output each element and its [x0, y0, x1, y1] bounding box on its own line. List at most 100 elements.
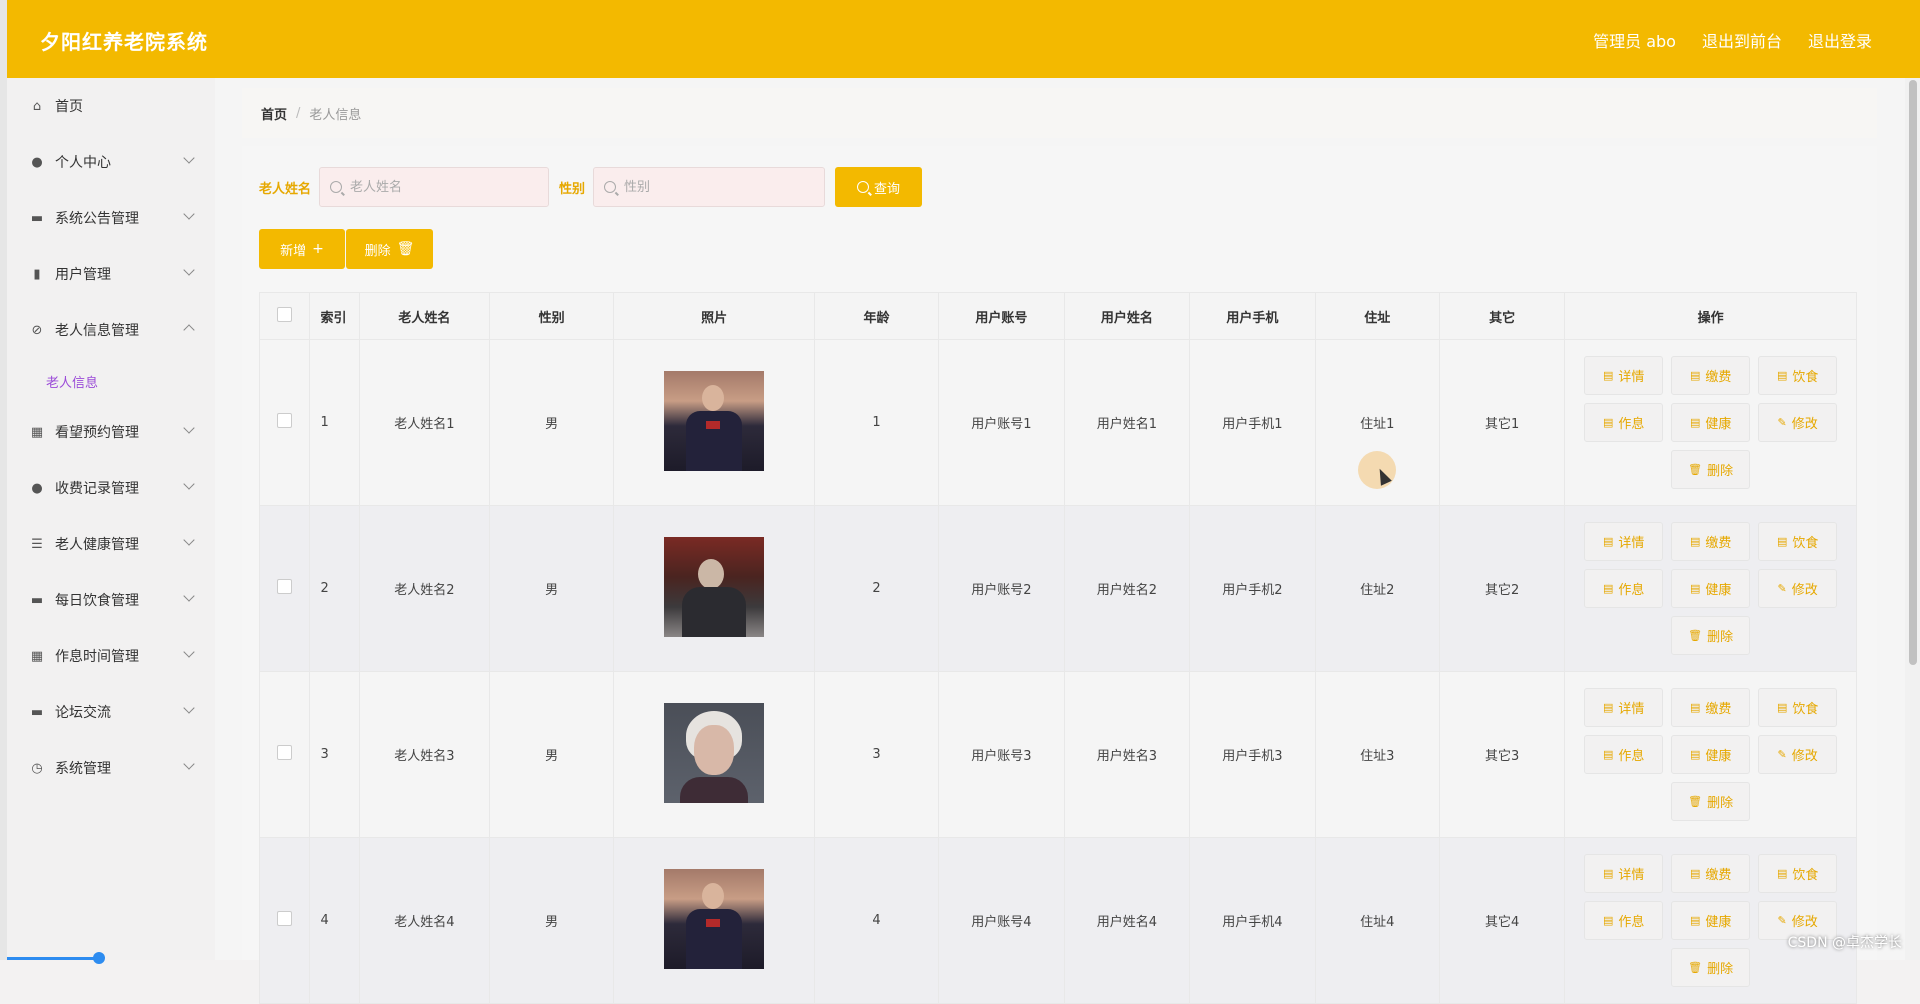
cell-gender: 男 — [489, 837, 615, 1004]
page-scrollbar[interactable] — [1905, 78, 1920, 960]
sidebar-item-2[interactable]: ▬ 系统公告管理 — [7, 190, 215, 246]
app-title: 夕阳红养老院系统 — [40, 30, 208, 54]
cell-photo — [613, 837, 815, 1004]
detail-button[interactable]: ▤ 详情 — [1584, 688, 1664, 727]
list-icon: ☰ — [31, 536, 43, 552]
diet-button[interactable]: ▤ 饮食 — [1758, 356, 1838, 395]
user-icon: ● — [31, 154, 43, 170]
query-button[interactable]: 查询 — [835, 167, 923, 207]
cell-index: 4 — [309, 837, 360, 1004]
sidebar-item-10[interactable]: ▬ 论坛交流 — [7, 684, 215, 740]
sidebar-item-6[interactable]: ● 收费记录管理 — [7, 460, 215, 516]
health-label: 健康 — [1705, 583, 1732, 598]
row-checkbox[interactable] — [277, 745, 293, 760]
cell-username: 用户姓名2 — [1063, 505, 1191, 672]
name-search-field — [319, 167, 550, 207]
back-to-front-link[interactable]: 退出到前台 — [1702, 28, 1782, 52]
health-label: 健康 — [1705, 417, 1732, 432]
sidebar-item-11[interactable]: ◷ 系统管理 — [7, 740, 215, 796]
diet-button[interactable]: ▤ 饮食 — [1758, 854, 1838, 893]
table-row: 2 老人姓名2 男 2 用户账号2 用户姓名2 用户手机2 住址2 其它2 ▤ 详情 ▤ 缴费 ▤ 饮食 ▤ 作… — [258, 505, 1857, 672]
cell-phone: 用户手机3 — [1189, 671, 1316, 838]
schedule-button[interactable]: ▤ 作息 — [1584, 569, 1664, 608]
pay-button[interactable]: ▤ 缴费 — [1671, 522, 1751, 561]
detail-button[interactable]: ▤ 详情 — [1584, 356, 1664, 395]
sidebar-item-9[interactable]: ▦ 作息时间管理 — [7, 628, 215, 684]
sidebar-item-8[interactable]: ▬ 每日饮食管理 — [7, 572, 215, 628]
schedule-button[interactable]: ▤ 作息 — [1584, 403, 1664, 442]
sidebar-item-3[interactable]: ▮ 用户管理 — [7, 246, 215, 302]
sidebar-item-label: 首页 — [55, 99, 83, 115]
sidebar-item-label: 个人中心 — [55, 155, 111, 171]
cell-other: 其它3 — [1438, 671, 1566, 838]
sidebar-item-7[interactable]: ☰ 老人健康管理 — [7, 516, 215, 572]
diet-button[interactable]: ▤ 饮食 — [1758, 688, 1838, 727]
detail-button[interactable]: ▤ 详情 — [1584, 854, 1664, 893]
pay-label: 缴费 — [1705, 702, 1732, 717]
schedule-button[interactable]: ▤ 作息 — [1584, 735, 1664, 774]
trash-icon: 🗑 — [1688, 463, 1703, 476]
delete-button[interactable]: 🗑 删除 — [1671, 782, 1751, 821]
breadcrumb-home[interactable]: 首页 — [261, 104, 287, 123]
detail-label: 详情 — [1618, 536, 1645, 551]
pay-button[interactable]: ▤ 缴费 — [1671, 854, 1751, 893]
sidebar-item-5[interactable]: ▦ 看望预约管理 — [7, 404, 215, 460]
health-button[interactable]: ▤ 健康 — [1671, 735, 1751, 774]
admin-user[interactable]: 管理员 abo — [1593, 28, 1676, 52]
health-button[interactable]: ▤ 健康 — [1671, 901, 1751, 940]
elder-photo[interactable] — [664, 868, 765, 969]
document-icon: ▤ — [1602, 914, 1614, 927]
gender-search-input[interactable] — [622, 178, 807, 196]
header-actions: 管理员 abo 退出到前台 退出登录 — [1593, 28, 1872, 52]
detail-label: 详情 — [1618, 868, 1645, 883]
select-all-checkbox[interactable] — [277, 306, 293, 322]
health-button[interactable]: ▤ 健康 — [1671, 403, 1751, 442]
cell-name: 老人姓名1 — [358, 339, 491, 506]
schedule-button[interactable]: ▤ 作息 — [1584, 901, 1664, 940]
sidebar-item-1[interactable]: ● 个人中心 — [7, 134, 215, 190]
elder-photo[interactable] — [664, 702, 765, 803]
col-header-photo: 照片 — [613, 292, 815, 340]
chevron-down-icon — [183, 422, 195, 434]
document-icon: ▤ — [1689, 416, 1701, 429]
cell-username: 用户姓名1 — [1063, 339, 1191, 506]
edit-button[interactable]: ✎ 修改 — [1758, 403, 1838, 442]
pay-button[interactable]: ▤ 缴费 — [1671, 356, 1751, 395]
elder-photo[interactable] — [664, 536, 765, 637]
detail-button[interactable]: ▤ 详情 — [1584, 522, 1664, 561]
users-icon: ▮ — [33, 266, 41, 282]
cell-address: 住址2 — [1314, 505, 1440, 672]
edit-button[interactable]: ✎ 修改 — [1758, 569, 1838, 608]
logout-link[interactable]: 退出登录 — [1808, 28, 1872, 52]
elder-photo[interactable] — [664, 370, 765, 471]
row-checkbox[interactable] — [277, 911, 293, 926]
health-button[interactable]: ▤ 健康 — [1671, 569, 1751, 608]
cell-other: 其它4 — [1438, 837, 1566, 1004]
progress-knob[interactable] — [93, 952, 105, 964]
delete-button[interactable]: 🗑 删除 — [1671, 948, 1751, 987]
cell-gender: 男 — [489, 339, 615, 506]
sidebar-item-0[interactable]: ⌂ 首页 — [7, 78, 215, 134]
cell-index: 1 — [309, 339, 360, 506]
diet-button[interactable]: ▤ 饮食 — [1758, 522, 1838, 561]
pay-button[interactable]: ▤ 缴费 — [1671, 688, 1751, 727]
row-checkbox[interactable] — [277, 579, 293, 594]
edit-button[interactable]: ✎ 修改 — [1758, 735, 1838, 774]
batch-delete-button[interactable]: 删除 🗑 — [346, 229, 433, 269]
edit-icon: ✎ — [1777, 748, 1787, 761]
name-search-input[interactable] — [348, 178, 533, 196]
cell-phone: 用户手机2 — [1189, 505, 1316, 672]
submenu-item-elder-info[interactable]: 老人信息 — [7, 358, 215, 404]
table-row: 4 老人姓名4 男 4 用户账号4 用户姓名4 用户手机4 住址4 其它4 ▤ 详情 ▤ 缴费 ▤ 饮食 ▤ 作… — [258, 837, 1857, 1004]
scrollbar-thumb[interactable] — [1909, 80, 1917, 665]
row-checkbox[interactable] — [277, 413, 293, 428]
delete-button[interactable]: 🗑 删除 — [1671, 616, 1751, 655]
cell-age: 3 — [813, 671, 940, 838]
document-icon: ▤ — [1689, 369, 1701, 382]
sidebar-item-4[interactable]: ⊘ 老人信息管理 — [7, 302, 215, 358]
add-button[interactable]: 新增 + — [259, 229, 345, 269]
delete-button[interactable]: 🗑 删除 — [1671, 450, 1751, 489]
chevron-down-icon — [183, 208, 195, 220]
sidebar-item-label: 系统管理 — [55, 761, 111, 777]
document-icon: ▤ — [1776, 535, 1788, 548]
